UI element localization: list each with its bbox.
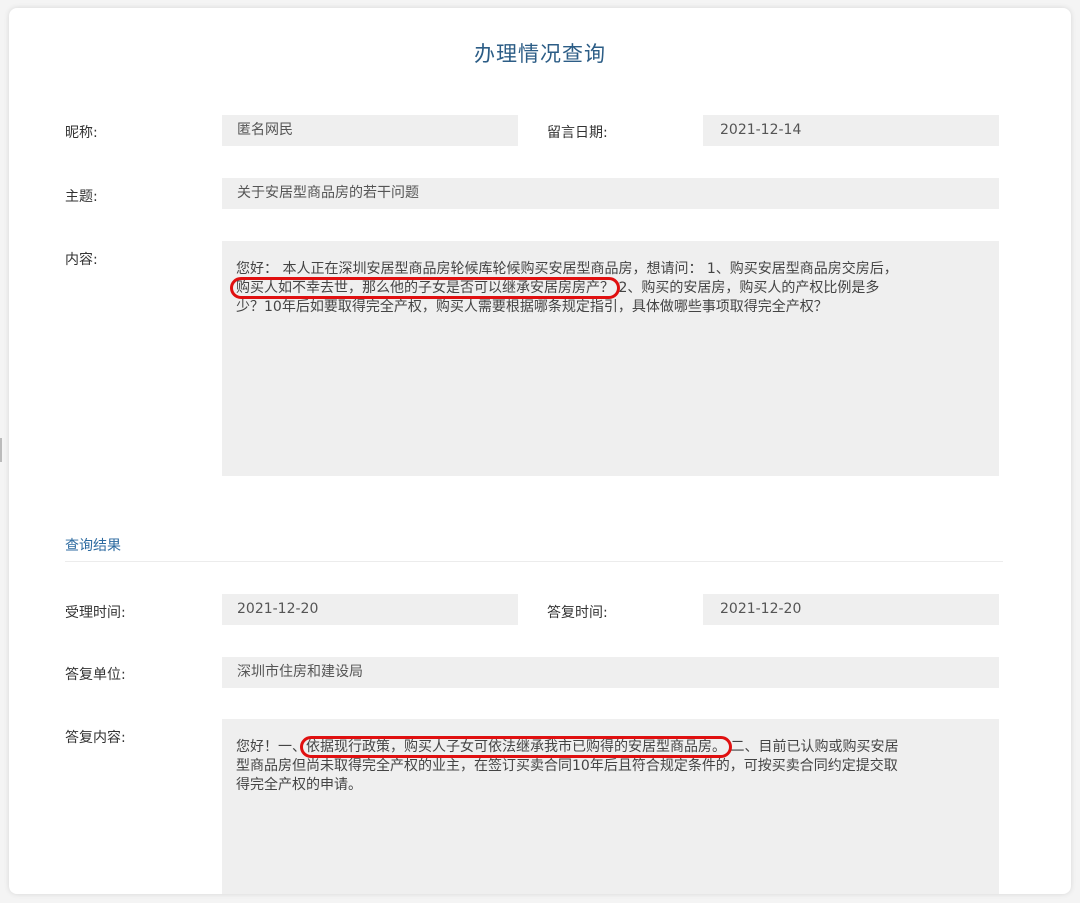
nickname-label: 昵称:	[65, 125, 98, 141]
reply-time-field: 2021-12-20	[703, 594, 999, 625]
message-date-field: 2021-12-14	[703, 115, 999, 146]
reply-line-2: 型商品房但尚未取得完全产权的业主，在签订买卖合同10年后且符合规定条件的，可按买…	[236, 758, 898, 774]
subject-field: 关于安居型商品房的若干问题	[222, 178, 999, 209]
inquiry-card: 办理情况查询 昵称: 匿名网民 留言日期: 2021-12-14 主题: 关于安…	[9, 8, 1071, 894]
reply-line-1: 您好！一、依据现行政策，购买人子女可依法继承我市已购得的安居型商品房。 二、目前…	[236, 738, 985, 757]
nickname-field: 匿名网民	[222, 115, 518, 146]
accept-time-label: 受理时间:	[65, 605, 126, 621]
query-result-section-title: 查询结果	[65, 538, 121, 554]
reply-time-label: 答复时间:	[547, 605, 608, 621]
content-box: 您好： 本人正在深圳安居型商品房轮候库轮候购买安居型商品房，想请问： 1、购买安…	[222, 241, 999, 476]
subject-label: 主题:	[65, 189, 98, 205]
content-line-2: 购买人如不幸去世，那么他的子女是否可以继承安居房房产？ 2、购买的安居房，购买人…	[236, 279, 985, 298]
reply-highlight: 依据现行政策，购买人子女可依法继承我市已购得的安居型商品房。	[306, 739, 726, 755]
reply-unit-label: 答复单位:	[65, 667, 126, 683]
reply-line-3: 得完全产权的申请。	[236, 777, 362, 793]
content-line-2-rest: 2、购买的安居房，购买人的产权比例是多	[618, 280, 880, 296]
reply-line-1-rest: 二、目前已认购或购买安居	[730, 739, 899, 755]
content-label: 内容:	[65, 252, 98, 268]
content-highlight: 购买人如不幸去世，那么他的子女是否可以继承安居房房产？	[236, 280, 614, 296]
page-title: 办理情况查询	[474, 42, 606, 66]
page-edge-marker	[0, 438, 2, 462]
message-date-label: 留言日期:	[547, 125, 608, 141]
reply-content-box: 您好！一、依据现行政策，购买人子女可依法继承我市已购得的安居型商品房。 二、目前…	[222, 719, 999, 894]
content-line-3: 少？10年后如要取得完全产权，购买人需要根据哪条规定指引，具体做哪些事项取得完全…	[236, 299, 828, 315]
reply-line-1-start: 您好！一、	[236, 739, 306, 755]
reply-content-label: 答复内容:	[65, 730, 126, 746]
accept-time-field: 2021-12-20	[222, 594, 518, 625]
reply-unit-field: 深圳市住房和建设局	[222, 657, 999, 688]
section-divider	[65, 561, 1003, 562]
